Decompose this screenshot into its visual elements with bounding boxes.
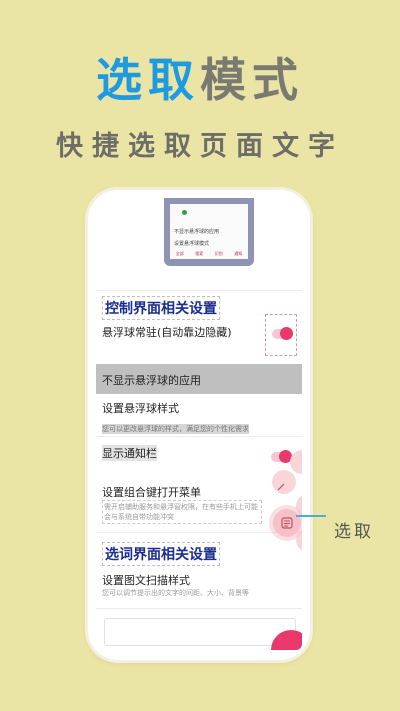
setting-title: 显示通知栏 (102, 445, 157, 461)
setting-desc: 需开启辅助服务和悬浮窗权限，在有些手机上可能会与系统自带功能冲突 (102, 500, 262, 524)
bottom-card (104, 618, 296, 646)
mini-preview: 不显示悬浮球的应用 设置悬浮球模式 全部 搜索 识别 通知 (164, 198, 254, 266)
section-header-control: 控制界面相关设置 (102, 296, 220, 320)
setting-show-notification[interactable]: 显示通知栏 (102, 442, 222, 461)
mini-status-dot (182, 210, 187, 215)
setting-title: 设置组合键打开菜单 (102, 486, 201, 499)
mini-preview-screen: 不显示悬浮球的应用 设置悬浮球模式 全部 搜索 识别 通知 (170, 204, 248, 259)
section1-header-row: 控制界面相关设置 (102, 296, 220, 320)
setting-hidden-apps[interactable]: 不显示悬浮球的应用 (96, 364, 302, 394)
hero-title-part2: 模式 (200, 53, 304, 107)
divider (96, 436, 302, 437)
callout-pointer (296, 515, 326, 517)
setting-title: 悬浮球常驻(自动靠边隐藏) (102, 326, 232, 339)
setting-title: 设置悬浮球样式 (102, 402, 179, 415)
phone-frame: 不显示悬浮球的应用 设置悬浮球模式 全部 搜索 识别 通知 控制界面相关设置 悬… (88, 190, 310, 660)
hero-title-part1: 选取 (96, 53, 200, 107)
divider (96, 608, 302, 609)
callout-label: 选取 (334, 522, 374, 542)
mini-line-1: 不显示悬浮球的应用 (174, 229, 220, 235)
divider (96, 532, 302, 533)
section-header-word-select: 选词界面相关设置 (102, 542, 220, 566)
setting-desc: 您可以更改悬浮球的样式，满足您的个性化需求 (102, 424, 249, 434)
setting-scan-style[interactable]: 设置图文扫描样式 您可以调节提示出的文字的间距、大小、背景等 (102, 572, 298, 598)
mini-tab-recognize[interactable]: 识别 (215, 251, 223, 257)
setting-desc: 您可以调节提示出的文字的间距、大小、背景等 (102, 589, 249, 597)
setting-title: 设置图文扫描样式 (102, 574, 190, 587)
mini-line-2: 设置悬浮球模式 (174, 241, 210, 247)
select-icon (281, 517, 293, 529)
setting-floating-ball-resident[interactable]: 悬浮球常驻(自动靠边隐藏) (102, 324, 262, 340)
setting-floating-ball-style[interactable]: 设置悬浮球样式 您可以更改悬浮球的样式，满足您的个性化需求 (102, 400, 298, 435)
mini-tab-notify[interactable]: 通知 (234, 251, 242, 257)
phone-screen: 不显示悬浮球的应用 设置悬浮球模式 全部 搜索 识别 通知 控制界面相关设置 悬… (96, 198, 302, 650)
setting-shortcut-menu[interactable]: 设置组合键打开菜单 需开启辅助服务和悬浮窗权限，在有些手机上可能会与系统自带功能… (102, 484, 262, 524)
section2-header-row: 选词界面相关设置 (102, 542, 220, 566)
floating-ball-select-icon[interactable] (273, 509, 301, 537)
hero-title: 选取模式 (0, 44, 400, 110)
setting-title: 不显示悬浮球的应用 (102, 374, 201, 387)
divider (96, 290, 302, 291)
edit-icon (277, 483, 285, 491)
mini-tabs: 全部 搜索 识别 通知 (170, 249, 248, 259)
hero-subtitle: 快捷选取页面文字 (56, 131, 344, 162)
mini-tab-search[interactable]: 搜索 (195, 251, 203, 257)
mini-tab-all[interactable]: 全部 (176, 251, 184, 257)
floating-ball-toggle[interactable] (265, 314, 297, 356)
